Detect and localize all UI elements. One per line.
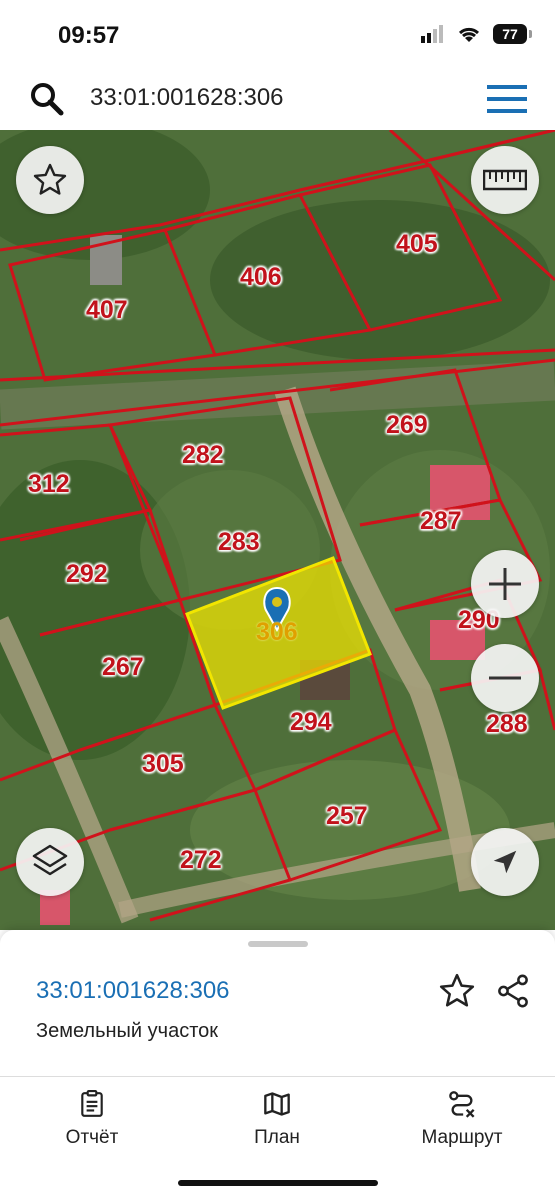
home-indicator[interactable]: [178, 1180, 378, 1186]
wifi-icon: [458, 27, 480, 42]
status-icons: 77: [421, 24, 532, 44]
share-icon[interactable]: [494, 972, 532, 1010]
ruler-icon: [483, 169, 527, 191]
tab-label: Маршрут: [421, 1127, 503, 1148]
map-icon: [264, 1092, 290, 1116]
object-type-label: Земельный участок: [36, 1020, 219, 1042]
map-canvas[interactable]: [0, 130, 555, 930]
locate-button[interactable]: [471, 828, 539, 896]
menu-icon[interactable]: [487, 85, 527, 113]
favorite-button[interactable]: [16, 146, 84, 214]
tab-label: Отчёт: [65, 1127, 119, 1148]
battery-icon: 77: [493, 24, 532, 44]
route-icon: [449, 1091, 475, 1118]
battery-level: 77: [502, 26, 518, 42]
status-time: 09:57: [58, 22, 120, 49]
map-view[interactable]: .plabel { position:absolute; font-size:2…: [0, 130, 555, 930]
layers-button[interactable]: [16, 828, 84, 896]
zoom-out-button[interactable]: [471, 644, 539, 712]
minus-icon: [489, 676, 521, 680]
bottom-sheet[interactable]: 33:01:001628:306 Земельный участок Отчёт…: [0, 930, 555, 1200]
zoom-in-button[interactable]: [471, 550, 539, 618]
layers-icon: [32, 844, 68, 876]
search-icon[interactable]: [30, 82, 64, 116]
star-icon: [33, 163, 67, 195]
tab-report[interactable]: Отчёт: [22, 1090, 162, 1149]
cadastral-number-link[interactable]: 33:01:001628:306: [36, 977, 230, 1005]
plus-icon: [489, 568, 521, 600]
location-arrow-icon: [493, 850, 517, 874]
star-icon[interactable]: [438, 972, 476, 1010]
status-bar: 09:57 77: [0, 0, 555, 70]
sheet-divider: [0, 1076, 555, 1077]
search-input[interactable]: 33:01:001628:306: [90, 84, 284, 112]
tab-plan[interactable]: План: [207, 1090, 347, 1149]
signal-icon: [421, 25, 443, 43]
clipboard-icon: [81, 1090, 103, 1117]
ruler-button[interactable]: [471, 146, 539, 214]
tab-route[interactable]: Маршрут: [392, 1090, 532, 1149]
tab-label: План: [254, 1127, 300, 1148]
sheet-drag-handle[interactable]: [248, 941, 308, 947]
search-bar[interactable]: 33:01:001628:306: [8, 72, 547, 124]
